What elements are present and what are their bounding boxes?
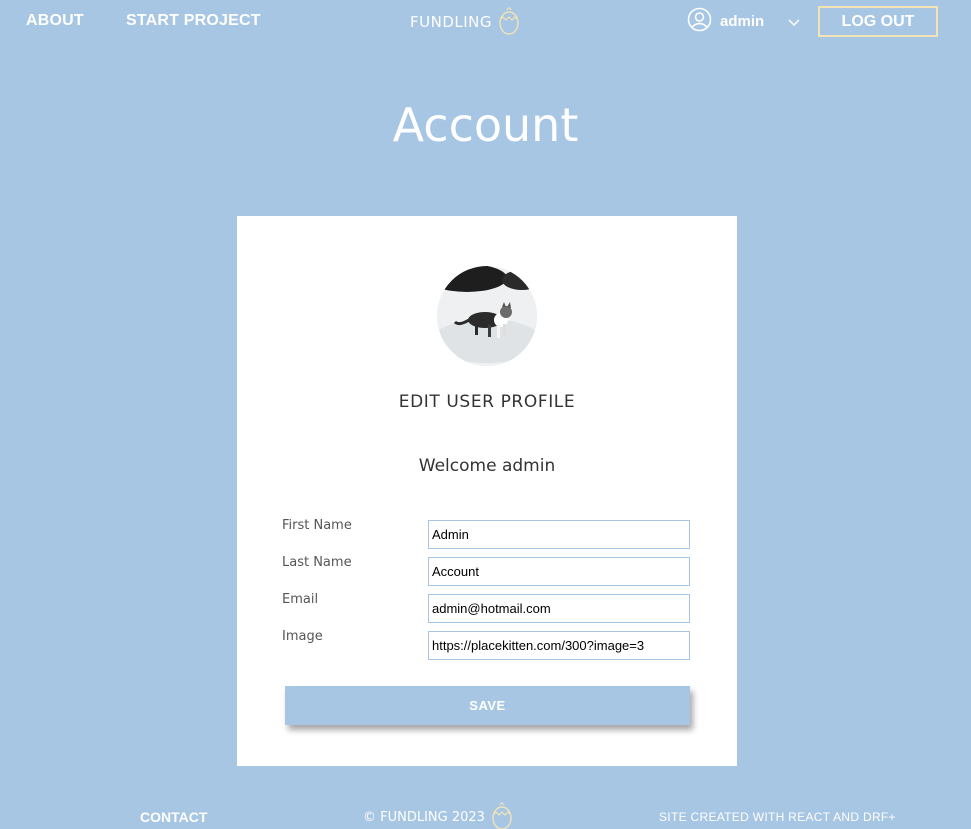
profile-card: EDIT USER PROFILE Welcome admin First Na… (237, 216, 737, 766)
user-name: admin (720, 12, 765, 30)
page-title: Account (392, 98, 579, 152)
last-name-row: Last Name (282, 555, 692, 586)
brand-logo[interactable]: FUNDLING (410, 6, 520, 38)
save-button[interactable]: SAVE (285, 686, 690, 725)
footer-contact-link[interactable]: CONTACT (140, 809, 207, 825)
first-name-row: First Name (282, 518, 692, 549)
brand-name: FUNDLING (410, 13, 493, 31)
image-row: Image (282, 629, 692, 660)
email-row: Email (282, 592, 692, 623)
footer-copyright: © FUNDLING 2023 (363, 809, 485, 825)
egg-icon (491, 800, 513, 829)
email-field[interactable] (428, 594, 690, 623)
user-circle-icon (687, 7, 712, 36)
welcome-message: Welcome admin (418, 456, 556, 476)
avatar (437, 266, 537, 366)
footer-brand: © FUNDLING 2023 (363, 800, 513, 829)
user-menu[interactable]: admin (687, 7, 800, 36)
image-label: Image (282, 629, 323, 644)
email-label: Email (282, 592, 319, 607)
image-url-field[interactable] (428, 631, 690, 660)
last-name-field[interactable] (428, 557, 690, 586)
nav-about-link[interactable]: ABOUT (26, 12, 84, 30)
chevron-down-icon[interactable] (788, 12, 800, 31)
footer: CONTACT © FUNDLING 2023 SITE CREATED WIT… (0, 800, 971, 829)
egg-icon (498, 5, 520, 39)
first-name-field[interactable] (428, 520, 690, 549)
edit-profile-heading: EDIT USER PROFILE (398, 392, 576, 412)
first-name-label: First Name (282, 518, 352, 533)
footer-credit: SITE CREATED WITH REACT AND DRF+ (659, 810, 896, 824)
last-name-label: Last Name (282, 555, 352, 570)
logout-button[interactable]: LOG OUT (818, 6, 938, 37)
top-nav: ABOUT START PROJECT FUNDLING admin LOG O… (0, 0, 971, 44)
nav-start-project-link[interactable]: START PROJECT (126, 12, 261, 30)
